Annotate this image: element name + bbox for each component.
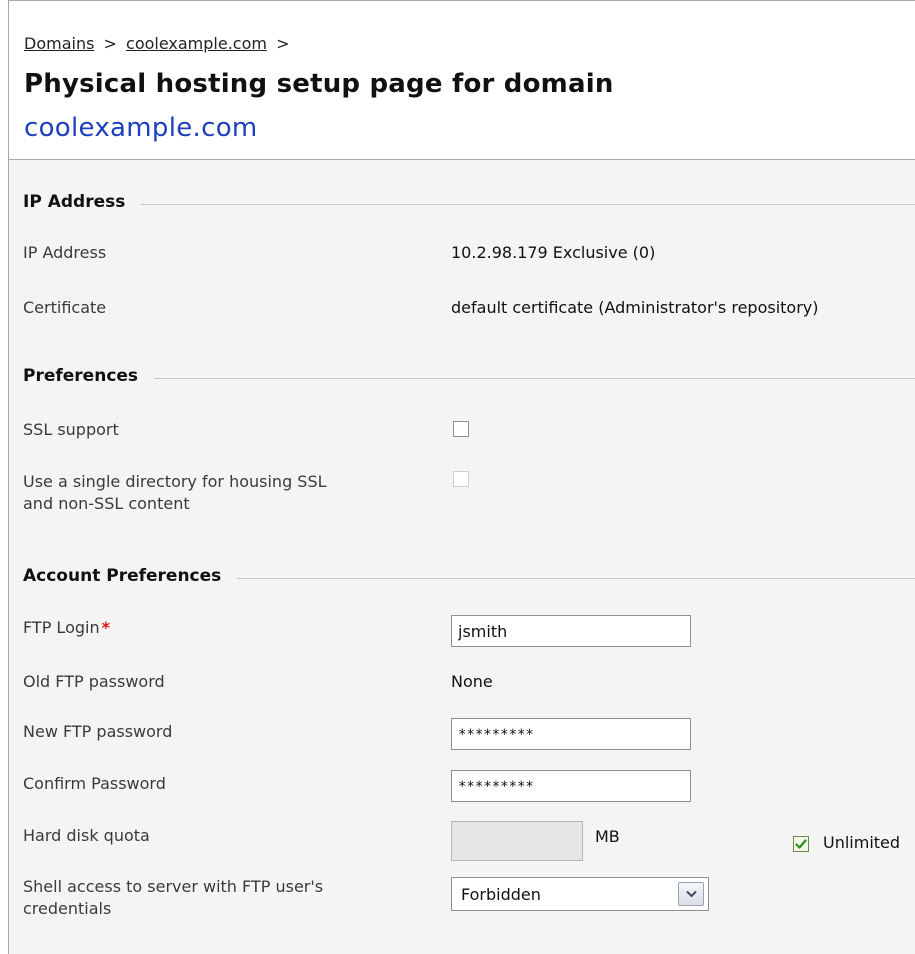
section-ip-address: IP Address — [23, 190, 915, 214]
unlimited-checkbox[interactable] — [793, 836, 809, 852]
confirm-password-label: Confirm Password — [23, 774, 166, 793]
page-title: Physical hosting setup page for domain — [24, 69, 614, 99]
section-title: IP Address — [23, 192, 126, 212]
breadcrumb-separator: > — [276, 34, 290, 53]
shell-access-selected-value: Forbidden — [461, 885, 541, 904]
unlimited-label: Unlimited — [823, 833, 901, 852]
section-account-preferences: Account Preferences — [23, 564, 915, 588]
hard-disk-quota-input[interactable] — [451, 821, 583, 861]
quota-unit-label: MB — [595, 827, 620, 846]
shell-access-label-line2: credentials — [23, 899, 112, 918]
confirm-password-input[interactable] — [451, 770, 691, 802]
certificate-value: default certificate (Administrator's rep… — [451, 298, 819, 317]
breadcrumb-domains-link[interactable]: Domains — [24, 34, 94, 53]
page-domain-name: coolexample.com — [24, 113, 258, 143]
certificate-label: Certificate — [23, 298, 107, 317]
checkmark-icon — [795, 839, 807, 849]
single-directory-checkbox[interactable] — [453, 471, 469, 487]
section-divider — [154, 377, 915, 379]
ssl-support-checkbox[interactable] — [453, 421, 469, 437]
section-divider — [141, 203, 915, 205]
dropdown-button[interactable] — [678, 882, 704, 906]
shell-access-select[interactable]: Forbidden — [451, 877, 709, 911]
shell-access-label: Shell access to server with FTP user's c… — [23, 876, 323, 920]
old-ftp-password-label: Old FTP password — [23, 672, 165, 691]
section-title: Account Preferences — [23, 566, 222, 586]
breadcrumb-domain-link[interactable]: coolexample.com — [126, 34, 267, 53]
required-marker: * — [101, 618, 110, 637]
page-header: Domains > coolexample.com > Physical hos… — [9, 1, 915, 160]
new-ftp-password-input[interactable] — [451, 718, 691, 750]
section-divider — [237, 577, 915, 579]
chevron-down-icon — [686, 890, 697, 898]
section-title: Preferences — [23, 366, 139, 386]
ftp-login-label-text: FTP Login — [23, 618, 100, 637]
new-ftp-password-label: New FTP password — [23, 722, 173, 741]
old-ftp-password-value: None — [451, 672, 493, 691]
settings-form: IP Address IP Address 10.2.98.179 Exclus… — [9, 160, 915, 954]
ftp-login-input[interactable] — [451, 615, 691, 647]
single-directory-label-line2: and non-SSL content — [23, 494, 190, 513]
shell-access-label-line1: Shell access to server with FTP user's — [23, 877, 324, 896]
ip-address-value: 10.2.98.179 Exclusive (0) — [451, 243, 656, 262]
ftp-login-label: FTP Login * — [23, 617, 110, 639]
hard-disk-quota-label: Hard disk quota — [23, 826, 150, 845]
ip-address-label: IP Address — [23, 243, 107, 262]
single-directory-label: Use a single directory for housing SSL a… — [23, 471, 327, 515]
ssl-support-label: SSL support — [23, 420, 119, 439]
breadcrumb: Domains > coolexample.com > — [24, 34, 293, 53]
single-directory-label-line1: Use a single directory for housing SSL — [23, 472, 327, 491]
section-preferences: Preferences — [23, 364, 915, 388]
breadcrumb-separator: > — [103, 34, 117, 53]
